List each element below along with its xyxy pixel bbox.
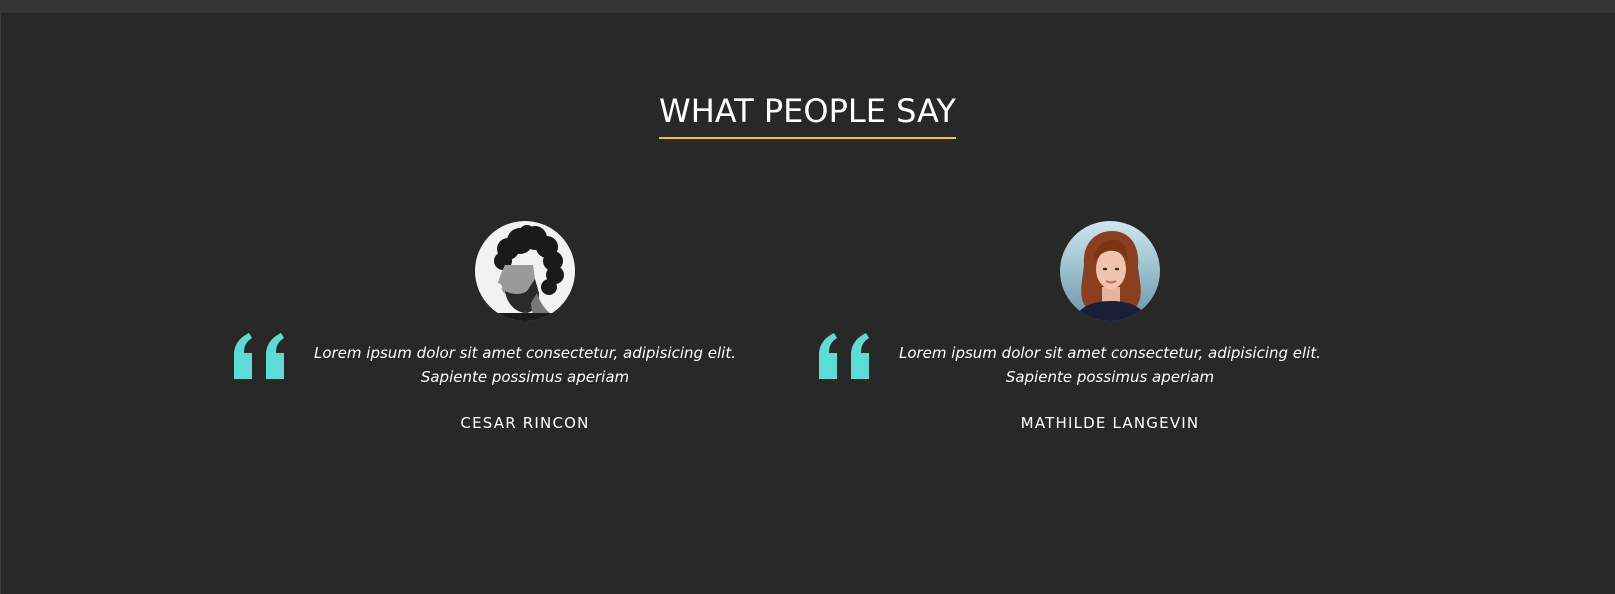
- section-title-wrap: WHAT PEOPLE SAY: [0, 91, 1615, 139]
- avatar: [475, 221, 575, 321]
- woman-portrait-photo: [1060, 221, 1160, 321]
- top-strip: [0, 0, 1615, 13]
- man-portrait-photo: [475, 221, 575, 321]
- section-title: WHAT PEOPLE SAY: [659, 91, 956, 139]
- testimonial-quote: Lorem ipsum dolor sit amet consectetur, …: [898, 344, 1321, 386]
- avatar: [1060, 221, 1160, 321]
- testimonial-author: MATHILDE LANGEVIN: [1020, 414, 1200, 432]
- testimonial-card: Lorem ipsum dolor sit amet consectetur, …: [234, 221, 770, 441]
- testimonials-section: WHAT PEOPLE SAY Lorem ipsum dolor sit am…: [0, 13, 1615, 594]
- testimonial-quote: Lorem ipsum dolor sit amet consectetur, …: [313, 344, 736, 386]
- testimonial-card: Lorem ipsum dolor sit amet consectetur, …: [819, 221, 1355, 441]
- testimonial-author: CESAR RINCON: [460, 414, 590, 432]
